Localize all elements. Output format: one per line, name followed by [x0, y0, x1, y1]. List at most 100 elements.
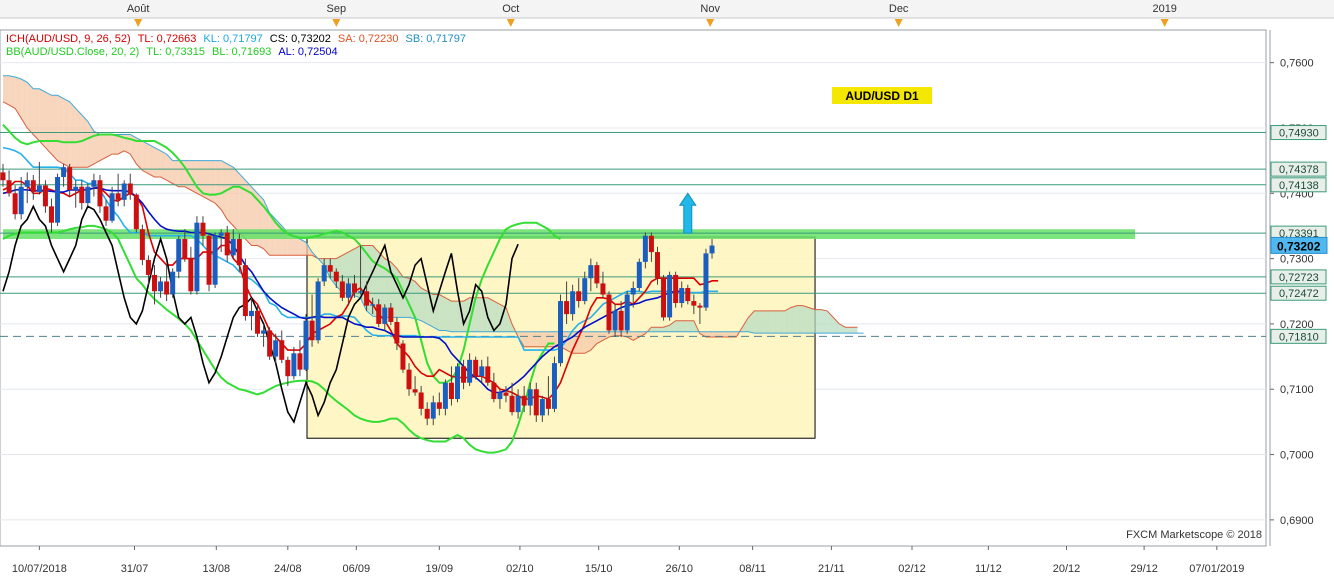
cloud-segment	[27, 82, 34, 135]
cloud-segment	[851, 327, 858, 334]
candle-body	[661, 278, 667, 318]
candle-body	[370, 304, 376, 306]
candle-body	[618, 310, 624, 331]
time-tick-label: 13/08	[203, 563, 231, 575]
candle-body	[594, 265, 600, 284]
candle-body	[109, 193, 115, 221]
candle-body	[436, 402, 442, 409]
candle-body	[218, 232, 224, 236]
legend-item: ICH(AUD/USD, 9, 26, 52)	[6, 33, 131, 45]
candle-body	[224, 232, 230, 256]
candle-body	[279, 340, 285, 360]
candle-body	[55, 176, 61, 223]
candle-body	[691, 301, 697, 306]
candle-body	[42, 185, 48, 207]
cloud-segment	[790, 305, 797, 334]
time-tick-label: 08/11	[739, 563, 766, 575]
candle-body	[152, 274, 157, 292]
candle-body	[176, 239, 182, 272]
cloud-segment	[657, 327, 664, 332]
cloud-segment	[51, 95, 58, 161]
candle-body	[91, 180, 97, 187]
candle-body	[12, 193, 18, 215]
candle-body	[145, 259, 151, 275]
candle-body	[576, 291, 582, 302]
cloud-segment	[112, 134, 119, 155]
candle-body	[158, 281, 164, 292]
cloud-segment	[815, 309, 822, 334]
candle-body	[24, 180, 30, 187]
candle-body	[273, 340, 279, 357]
candle-body	[315, 281, 321, 341]
candle-body	[285, 359, 291, 377]
cloud-segment	[99, 134, 107, 161]
candle-body	[406, 369, 412, 390]
cloud-segment	[75, 108, 82, 168]
cloud-segment	[548, 331, 555, 347]
candle-body	[630, 288, 636, 295]
time-tick-label: 31/07	[121, 563, 149, 575]
level-price-label: 0,71810	[1279, 331, 1319, 343]
month-label: Dec	[889, 3, 909, 15]
candle-body	[473, 359, 479, 377]
cloud-segment	[439, 294, 446, 331]
candle-body	[115, 193, 121, 200]
price-tick-label: 0,7100	[1280, 384, 1314, 396]
legend-item: SA: 0,72230	[338, 33, 399, 45]
cloud-segment	[772, 310, 779, 334]
candle-body	[188, 258, 194, 292]
cloud-segment	[69, 101, 76, 168]
candle-body	[461, 366, 467, 383]
candle-body	[212, 235, 218, 285]
candle-body	[103, 206, 109, 221]
price-tick-label: 0,6900	[1280, 515, 1314, 527]
cloud-segment	[681, 320, 688, 332]
candle-body	[327, 265, 333, 272]
candle-body	[291, 353, 297, 377]
candle-body	[206, 235, 212, 285]
candle-body	[321, 265, 327, 282]
candle-body	[600, 283, 606, 295]
cloud-segment	[784, 307, 791, 334]
cloud-segment	[687, 320, 694, 332]
time-tick-label: 26/10	[666, 563, 694, 575]
candle-body	[97, 180, 103, 207]
time-tick-label: 10/07/2018	[12, 563, 67, 575]
time-tick-label: 29/12	[1130, 563, 1158, 575]
candle-body	[267, 330, 273, 357]
level-price-label: 0,72472	[1279, 288, 1319, 300]
candle-body	[412, 389, 418, 393]
candle-body	[539, 399, 545, 416]
candle-body	[467, 359, 473, 383]
candle-body	[521, 395, 527, 406]
candle-body	[442, 382, 448, 409]
candle-body	[612, 310, 618, 331]
candle-body	[351, 283, 357, 293]
candle-body	[85, 186, 91, 204]
time-tick-label: 19/09	[426, 563, 454, 575]
candle-body	[642, 235, 648, 262]
candle-body	[164, 281, 170, 295]
cloud-segment	[154, 147, 161, 177]
candle-body	[230, 239, 236, 256]
candle-body	[200, 222, 206, 236]
candle-body	[709, 245, 715, 254]
candle-body	[503, 392, 509, 396]
legend-item: AL: 0,72504	[278, 46, 337, 58]
candle-body	[703, 253, 709, 308]
candle-body	[255, 310, 261, 334]
price-tick-label: 0,7300	[1280, 254, 1314, 266]
bollinger-legend: BB(AUD/USD.Close, 20, 2) TL: 0,73315 BL: 0…	[6, 46, 338, 58]
candle-body	[636, 261, 642, 288]
candle-body	[685, 288, 691, 302]
candle-body	[309, 320, 315, 341]
candle-body	[588, 265, 594, 279]
level-price-label: 0,72723	[1279, 272, 1319, 284]
candle-body	[36, 185, 42, 192]
candle-body	[455, 366, 460, 400]
candle-body	[79, 186, 85, 204]
candle-body	[139, 229, 145, 260]
cloud-segment	[615, 331, 622, 336]
time-tick-label: 11/12	[975, 563, 1002, 575]
chart-canvas[interactable]: AoûtSepOctNovDec2019 0,76000,75000,74000…	[0, 0, 1334, 579]
